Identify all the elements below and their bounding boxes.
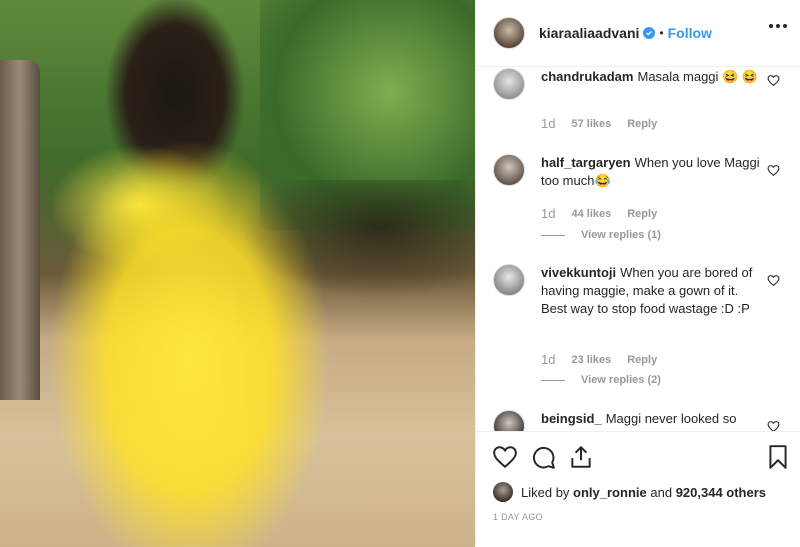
post-footer: Liked by only_ronnie and 920,344 others …	[476, 431, 800, 547]
likes-summary[interactable]: Liked by only_ronnie and 920,344 others	[493, 482, 766, 502]
verified-badge-icon	[643, 27, 656, 39]
heart-icon[interactable]	[492, 444, 518, 470]
comment-likes[interactable]: 44 likes	[571, 208, 611, 220]
comment-likes[interactable]: 23 likes	[571, 354, 611, 366]
view-replies-button[interactable]: View replies (1)	[541, 229, 661, 241]
separator: •	[659, 26, 664, 40]
share-icon[interactable]	[568, 444, 594, 470]
commenter-avatar[interactable]	[493, 154, 525, 186]
view-replies-label: View replies (1)	[581, 229, 661, 241]
comment-item: vivekkuntoji When you are bored of having…	[493, 264, 788, 394]
comment-time[interactable]: 1d	[541, 352, 555, 367]
comment-like-heart-icon[interactable]	[767, 274, 780, 287]
bookmark-icon[interactable]	[765, 444, 791, 470]
comment-text: Maggi never looked so	[605, 411, 737, 426]
comment-body: chandrukadam Masala maggi 😆 😆	[541, 68, 761, 86]
liked-by-avatar	[493, 482, 513, 502]
comment-text: Masala maggi 😆 😆	[637, 69, 759, 84]
replies-divider	[541, 379, 565, 381]
comment-body: vivekkuntoji When you are bored of having…	[541, 264, 761, 318]
commenter-avatar[interactable]	[493, 410, 525, 431]
reply-button[interactable]: Reply	[627, 208, 657, 220]
comment-icon[interactable]	[530, 444, 556, 470]
reply-button[interactable]: Reply	[627, 354, 657, 366]
comment-like-heart-icon[interactable]	[767, 74, 780, 87]
liked-and: and	[650, 484, 673, 500]
comment-username[interactable]: chandrukadam	[541, 69, 633, 84]
comment-username[interactable]: beingsid_	[541, 411, 602, 426]
author-username[interactable]: kiaraaliaadvani	[539, 25, 639, 41]
liked-user[interactable]: only_ronnie	[573, 485, 647, 500]
replies-divider	[541, 234, 565, 236]
comment-username[interactable]: vivekkuntoji	[541, 265, 616, 280]
comment-body: beingsid_ Maggi never looked so	[541, 410, 761, 428]
more-options-icon[interactable]	[769, 24, 787, 28]
comments-list[interactable]: chandrukadam Masala maggi 😆 😆 1d 57 likes…	[476, 68, 800, 431]
comment-item: chandrukadam Masala maggi 😆 😆 1d 57 likes…	[493, 68, 788, 138]
liked-count[interactable]: 920,344 others	[676, 485, 766, 500]
comment-like-heart-icon[interactable]	[767, 420, 780, 431]
post-timestamp[interactable]: 1 DAY AGO	[493, 512, 543, 522]
comment-likes[interactable]: 57 likes	[571, 118, 611, 130]
reply-button[interactable]: Reply	[627, 118, 657, 130]
commenter-avatar[interactable]	[493, 68, 525, 100]
commenter-avatar[interactable]	[493, 264, 525, 296]
comment-time[interactable]: 1d	[541, 206, 555, 221]
post-photo[interactable]	[0, 0, 475, 547]
comment-item: half_targaryen When you love Maggi too mu…	[493, 154, 788, 244]
post-side-panel: kiaraaliaadvani • Follow chandrukadam Mas…	[475, 0, 800, 547]
tree-trunk	[0, 60, 40, 400]
follow-button[interactable]: Follow	[668, 25, 712, 41]
comment-like-heart-icon[interactable]	[767, 164, 780, 177]
comment-meta: 1d 23 likes Reply	[541, 352, 657, 367]
view-replies-label: View replies (2)	[581, 374, 661, 386]
post-header: kiaraaliaadvani • Follow	[476, 0, 800, 67]
comment-username[interactable]: half_targaryen	[541, 155, 631, 170]
shadow	[240, 180, 475, 300]
action-bar	[492, 444, 789, 472]
comment-body: half_targaryen When you love Maggi too mu…	[541, 154, 761, 190]
comment-item: beingsid_ Maggi never looked so	[493, 410, 788, 431]
liked-prefix: Liked by	[521, 484, 570, 500]
author-avatar[interactable]	[493, 17, 525, 49]
comment-meta: 1d 57 likes Reply	[541, 116, 657, 131]
comment-meta: 1d 44 likes Reply	[541, 206, 657, 221]
view-replies-button[interactable]: View replies (2)	[541, 374, 661, 386]
comment-time[interactable]: 1d	[541, 116, 555, 131]
